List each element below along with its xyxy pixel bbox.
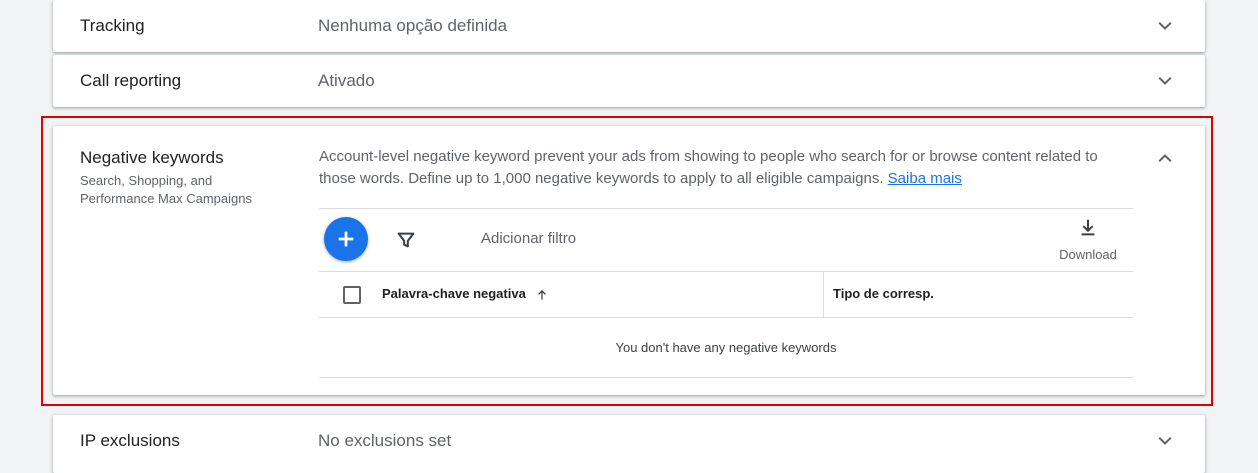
ip-exclusions-value: No exclusions set xyxy=(318,431,452,450)
tracking-value: Nenhuma opção definida xyxy=(318,16,508,35)
call-reporting-section[interactable]: Call reporting Ativado xyxy=(53,55,1205,107)
chevron-down-icon[interactable] xyxy=(1155,16,1175,36)
chevron-down-icon[interactable] xyxy=(1155,71,1175,91)
ip-exclusions-title: IP exclusions xyxy=(80,431,180,450)
highlight-box xyxy=(41,116,1213,406)
call-reporting-title: Call reporting xyxy=(80,71,182,90)
ip-exclusions-section[interactable]: IP exclusions No exclusions set xyxy=(53,415,1205,473)
call-reporting-value: Ativado xyxy=(318,71,375,90)
tracking-title: Tracking xyxy=(80,16,145,35)
chevron-down-icon[interactable] xyxy=(1155,431,1175,451)
tracking-section[interactable]: Tracking Nenhuma opção definida xyxy=(53,0,1205,52)
